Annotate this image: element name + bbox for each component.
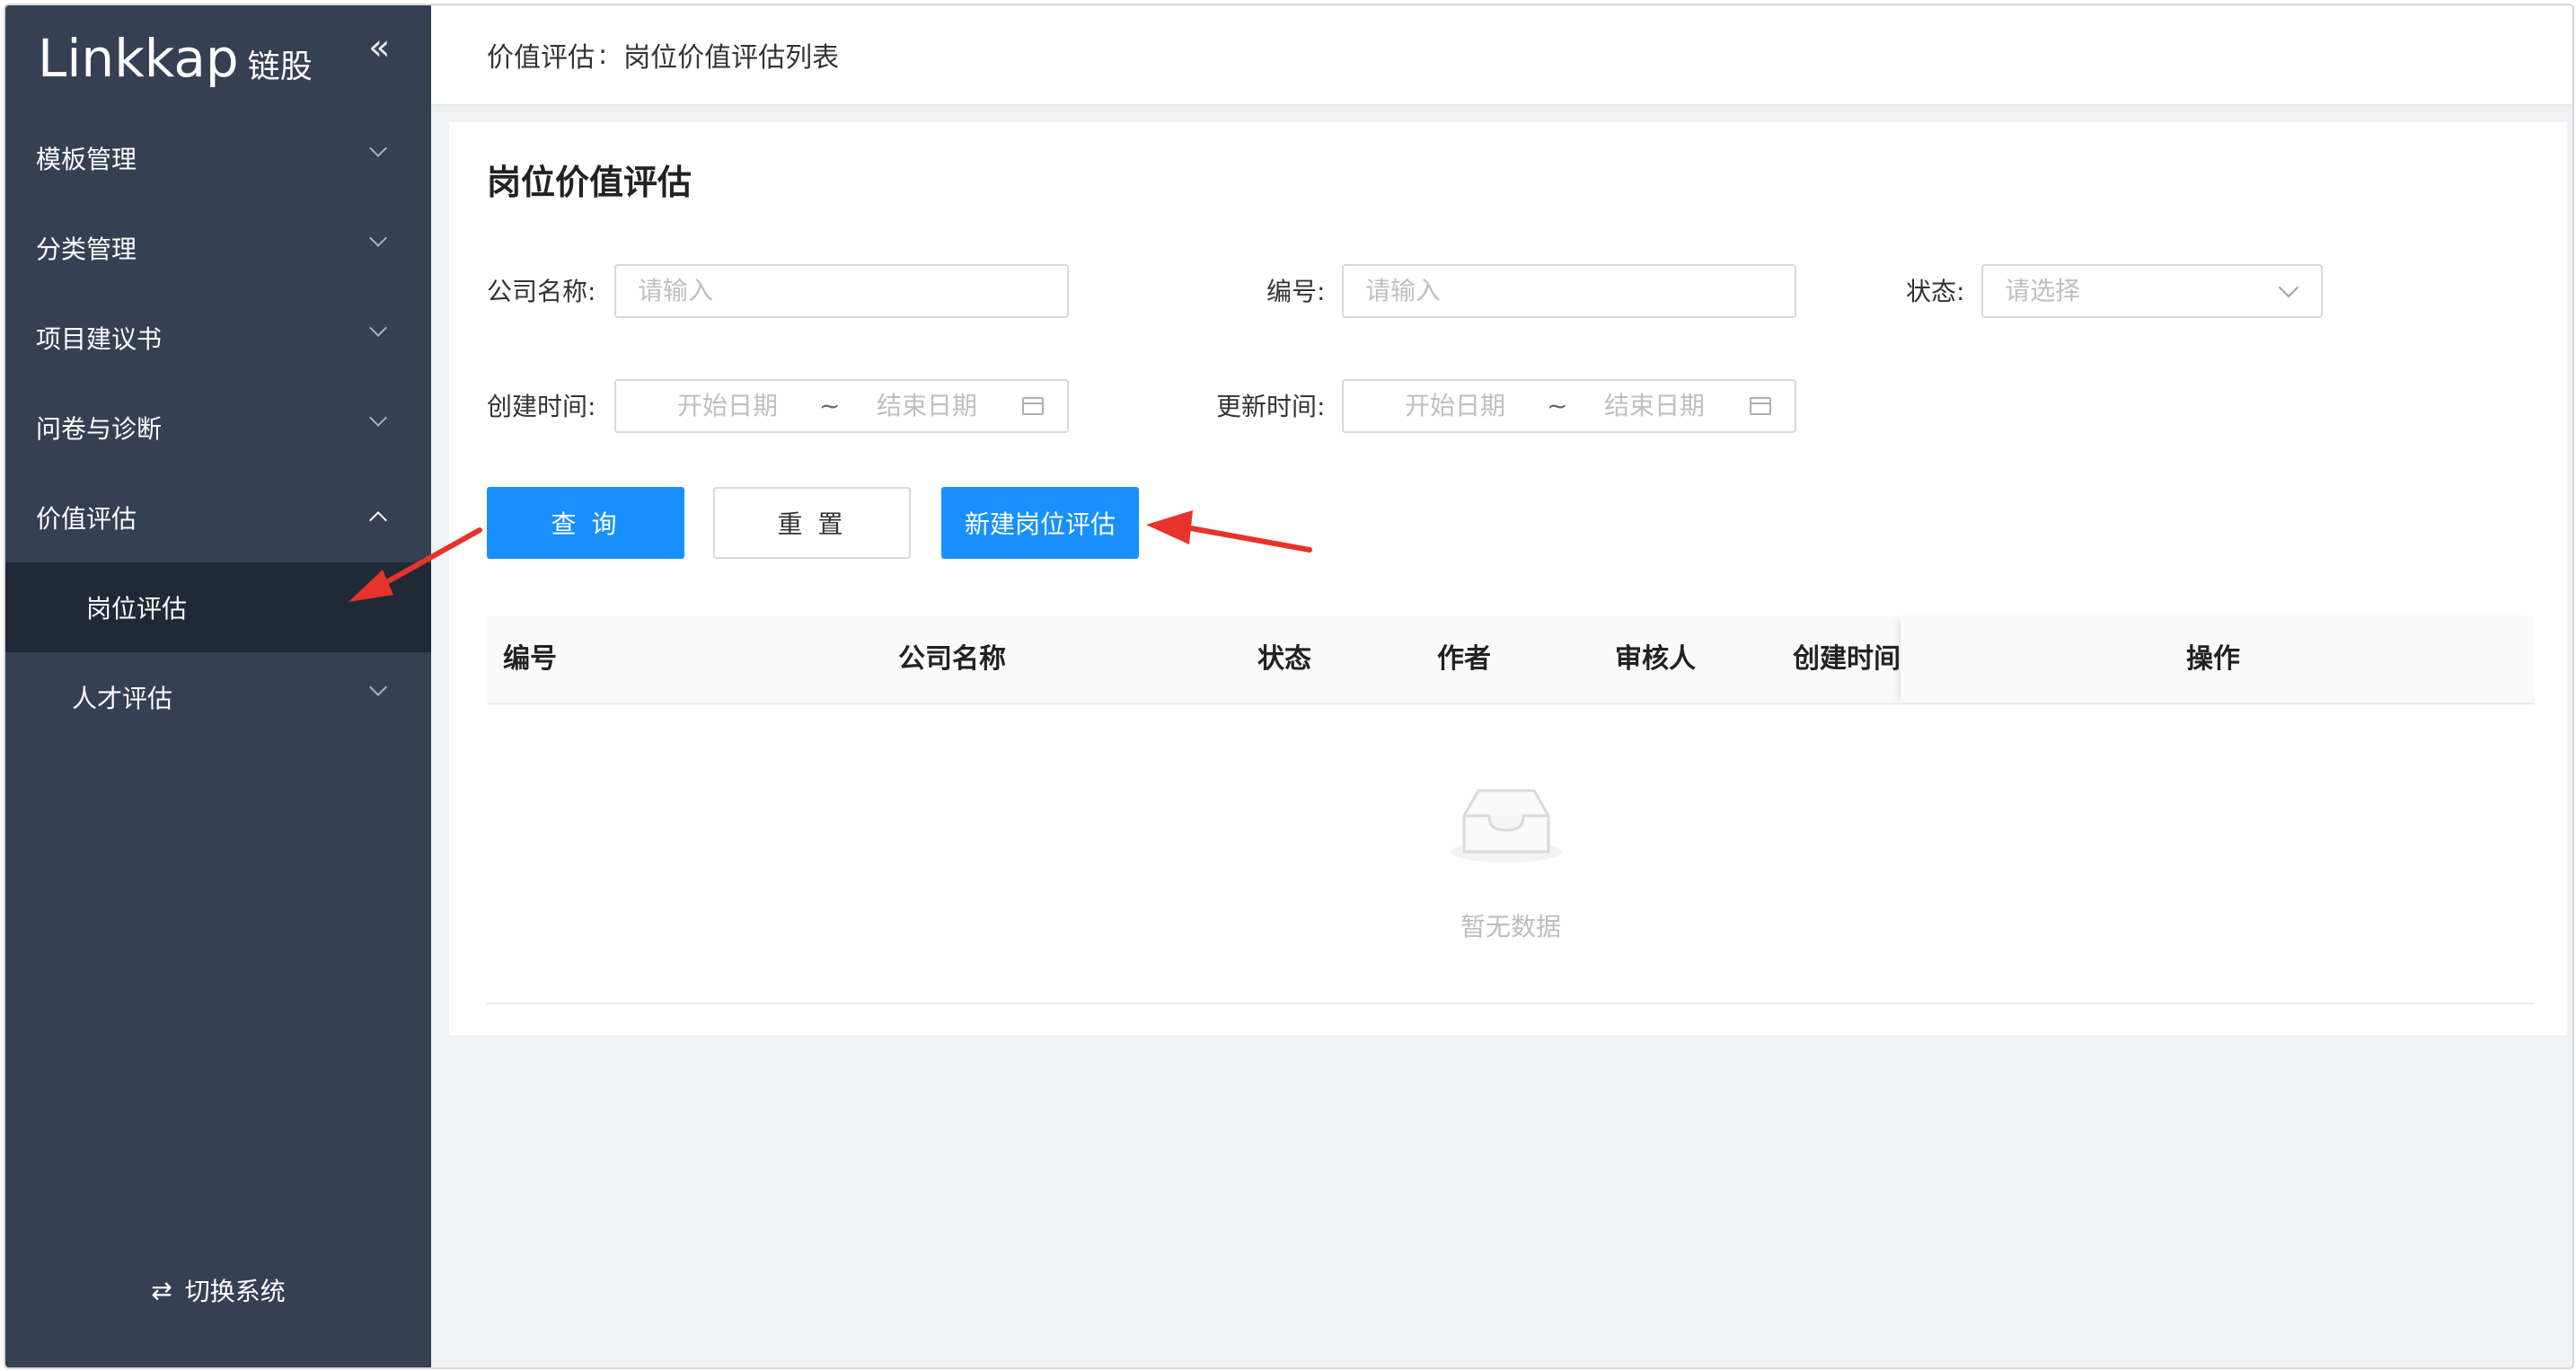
switch-system-button[interactable]: ⇄ 切换系统 bbox=[5, 1272, 431, 1308]
empty-text: 暂无数据 bbox=[1460, 912, 1561, 942]
sidebar-item-label: 价值评估 bbox=[36, 504, 137, 534]
sidebar: Linkkap 链股 « 模板管理 分类管理 项目建议书 问卷与诊断 价值评估 bbox=[5, 5, 431, 1367]
sidebar-item-label: 岗位评估 bbox=[86, 594, 188, 624]
company-name-input[interactable]: 请输入 bbox=[614, 264, 1069, 318]
chevron-down-icon bbox=[2278, 277, 2299, 298]
chevron-down-icon bbox=[369, 678, 387, 696]
updated-start-date[interactable]: 开始日期 bbox=[1405, 381, 1505, 431]
column-header-reviewer: 审核人 bbox=[1615, 643, 1696, 675]
logo-subtext: 链股 bbox=[247, 49, 313, 85]
sidebar-menu: 模板管理 分类管理 项目建议书 问卷与诊断 价值评估 岗位评估 人才评估 bbox=[5, 113, 431, 742]
query-button[interactable]: 查 询 bbox=[487, 487, 684, 559]
table-header: 编号 公司名称 状态 作者 审核人 创建时间 操作 bbox=[487, 616, 2535, 704]
created-time-range-picker[interactable]: 开始日期 ~ 结束日期 bbox=[614, 379, 1069, 433]
chevron-down-icon bbox=[369, 319, 387, 337]
updated-time-range-picker[interactable]: 开始日期 ~ 结束日期 bbox=[1342, 379, 1796, 433]
column-header-author: 作者 bbox=[1437, 643, 1491, 675]
breadcrumb-current: 岗位价值评估列表 bbox=[623, 42, 840, 74]
sidebar-item-category-management[interactable]: 分类管理 bbox=[5, 203, 431, 293]
logo-text: Linkkap bbox=[38, 28, 239, 89]
column-header-code: 编号 bbox=[503, 643, 557, 675]
chevron-down-icon bbox=[369, 229, 387, 247]
content-card: 岗位价值评估 公司名称: 请输入 编号: 请输入 状态: 请选择 创建时间: 开… bbox=[449, 122, 2567, 1035]
sidebar-item-label: 问卷与诊断 bbox=[36, 414, 163, 444]
code-label: 编号: bbox=[1266, 277, 1326, 306]
column-header-company: 公司名称 bbox=[898, 643, 1006, 675]
sidebar-item-talent-assessment[interactable]: 人才评估 bbox=[5, 652, 431, 742]
created-end-date[interactable]: 结束日期 bbox=[877, 381, 977, 431]
fixed-column-header: 操作 bbox=[1901, 616, 2535, 703]
range-separator: ~ bbox=[819, 391, 841, 420]
sidebar-item-project-proposal[interactable]: 项目建议书 bbox=[5, 293, 431, 383]
chevron-up-icon bbox=[369, 511, 387, 529]
breadcrumb: 价值评估 : 岗位价值评估列表 bbox=[431, 5, 2572, 104]
updated-time-label: 更新时间: bbox=[1216, 392, 1326, 421]
breadcrumb-separator: : bbox=[598, 39, 608, 71]
sidebar-item-label: 人才评估 bbox=[72, 684, 173, 713]
calendar-icon bbox=[1022, 397, 1044, 415]
logo: Linkkap 链股 bbox=[38, 18, 313, 99]
sidebar-item-label: 模板管理 bbox=[36, 145, 137, 174]
updated-end-date[interactable]: 结束日期 bbox=[1604, 381, 1705, 431]
code-input[interactable]: 请输入 bbox=[1342, 264, 1796, 318]
breadcrumb-section: 价值评估 bbox=[487, 42, 595, 74]
switch-system-label: 切换系统 bbox=[184, 1277, 286, 1306]
company-name-label: 公司名称: bbox=[487, 277, 596, 306]
column-header-status: 状态 bbox=[1257, 643, 1311, 675]
reset-button[interactable]: 重 置 bbox=[713, 487, 911, 559]
chevron-down-icon bbox=[369, 139, 387, 157]
page-title: 岗位价值评估 bbox=[487, 163, 693, 202]
sidebar-item-value-assessment[interactable]: 价值评估 bbox=[5, 473, 431, 562]
range-separator: ~ bbox=[1547, 391, 1568, 420]
column-header-created-time: 创建时间 bbox=[1793, 643, 1901, 675]
status-select-placeholder: 请选择 bbox=[2005, 276, 2081, 305]
column-header-actions: 操作 bbox=[2186, 643, 2240, 675]
sidebar-item-template-management[interactable]: 模板管理 bbox=[5, 113, 431, 203]
empty-inbox-icon bbox=[1451, 789, 1562, 862]
app-window: Linkkap 链股 « 模板管理 分类管理 项目建议书 问卷与诊断 价值评估 bbox=[4, 4, 2574, 1369]
sidebar-item-label: 分类管理 bbox=[36, 234, 137, 264]
table-empty-state: 暂无数据 bbox=[487, 703, 2535, 1004]
calendar-icon bbox=[1750, 397, 1771, 415]
status-label: 状态: bbox=[1906, 277, 1965, 306]
created-start-date[interactable]: 开始日期 bbox=[677, 381, 778, 431]
chevron-down-icon bbox=[369, 409, 387, 427]
sidebar-item-label: 项目建议书 bbox=[36, 324, 163, 354]
sidebar-item-position-assessment[interactable]: 岗位评估 bbox=[5, 562, 431, 652]
collapse-sidebar-icon[interactable]: « bbox=[368, 27, 390, 68]
created-time-label: 创建时间: bbox=[487, 392, 596, 421]
new-position-assessment-button[interactable]: 新建岗位评估 bbox=[941, 487, 1139, 559]
status-select[interactable]: 请选择 bbox=[1981, 264, 2323, 318]
sidebar-item-questionnaire[interactable]: 问卷与诊断 bbox=[5, 383, 431, 473]
switch-icon: ⇄ bbox=[151, 1275, 172, 1305]
